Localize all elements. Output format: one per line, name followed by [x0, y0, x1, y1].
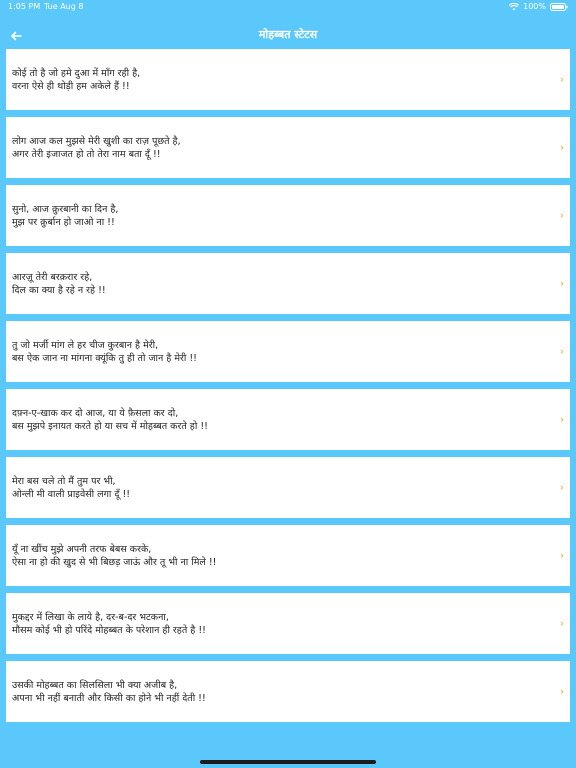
- list-item-line1: मेरा बस चले तो मैं तुम पर भी,: [12, 475, 116, 487]
- status-date: Tue Aug 8: [44, 2, 84, 11]
- list-item-text: मुकद्दर में लिखा के लाये है, दर-ब-दर भटक…: [12, 611, 542, 637]
- list-item[interactable]: यूँ ना खींच मुझे अपनी तरफ बेबस करके, ऐसा…: [6, 525, 570, 586]
- chevron-right-icon: ›: [560, 210, 564, 221]
- back-button[interactable]: [4, 22, 28, 48]
- list-item-line2: दिल का क्या है रहे न रहे !!: [12, 284, 106, 296]
- list-item-text: कोई तो है जो हमे दुआ में माँग रही है, वर…: [12, 67, 542, 93]
- list-item-line2: मौसम कोई भी हो परिंदे मोहब्बत के परेशान …: [12, 624, 206, 636]
- status-list: कोई तो है जो हमे दुआ में माँग रही है, वर…: [6, 49, 570, 729]
- list-item-line1: आरज़ू तेरी बरक़रार रहे,: [12, 271, 93, 283]
- back-arrow-icon: [10, 26, 22, 45]
- list-item[interactable]: उसकी मोहब्बत का सिलसिला भी क्या अजीब है,…: [6, 661, 570, 722]
- list-item-line2: अपना भी नहीं बनाती और किसी का होने भी नह…: [12, 692, 206, 704]
- chevron-right-icon: ›: [560, 686, 564, 697]
- navigation-bar: मोहब्बत स्टेटस: [0, 22, 576, 48]
- chevron-right-icon: ›: [560, 278, 564, 289]
- chevron-right-icon: ›: [560, 482, 564, 493]
- list-item-line2: बस ऐक जान ना मांगना क्यूंकि तु ही तो जान…: [12, 352, 197, 364]
- chevron-right-icon: ›: [560, 550, 564, 561]
- list-item-line1: लोग आज कल मुझसे मेरी खुशी का राज़ पूछते …: [12, 135, 181, 147]
- battery-icon: [550, 2, 568, 11]
- list-item-text: तु जो मर्जी मांग ले हर चीज कुरबान है मेर…: [12, 339, 542, 365]
- status-right: 100%: [509, 2, 568, 11]
- list-item-line1: उसकी मोहब्बत का सिलसिला भी क्या अजीब है,: [12, 679, 178, 691]
- list-item-line1: मुकद्दर में लिखा के लाये है, दर-ब-दर भटक…: [12, 611, 169, 623]
- list-item-line1: कोई तो है जो हमे दुआ में माँग रही है,: [12, 67, 141, 79]
- chevron-right-icon: ›: [560, 346, 564, 357]
- list-item[interactable]: लोग आज कल मुझसे मेरी खुशी का राज़ पूछते …: [6, 117, 570, 178]
- status-bar: 1:05 PM Tue Aug 8 100%: [0, 0, 576, 14]
- list-item-line2: ऐसा ना हो की खुद से भी बिछड़ जाऊं और तू …: [12, 556, 217, 568]
- status-time: 1:05 PM: [8, 2, 41, 11]
- list-item[interactable]: दफ़्न-ए-खाक कर दो आज, या ये फ़ैसला कर दो…: [6, 389, 570, 450]
- list-item[interactable]: आरज़ू तेरी बरक़रार रहे, दिल का क्या है र…: [6, 253, 570, 314]
- list-item-line1: सुनो, आज क़ुरबानी का दिन है,: [12, 203, 119, 215]
- wifi-icon: [509, 2, 520, 11]
- list-item-text: आरज़ू तेरी बरक़रार रहे, दिल का क्या है र…: [12, 271, 542, 297]
- list-item[interactable]: मुकद्दर में लिखा के लाये है, दर-ब-दर भटक…: [6, 593, 570, 654]
- list-item-line2: बस मुझपे इनायत करते हो या सच में मोहब्बत…: [12, 420, 208, 432]
- home-indicator[interactable]: [200, 760, 376, 764]
- list-item-text: दफ़्न-ए-खाक कर दो आज, या ये फ़ैसला कर दो…: [12, 407, 542, 433]
- page-title: मोहब्बत स्टेटस: [258, 28, 318, 41]
- list-item-line1: तु जो मर्जी मांग ले हर चीज कुरबान है मेर…: [12, 339, 159, 351]
- list-item-line1: दफ़्न-ए-खाक कर दो आज, या ये फ़ैसला कर दो…: [12, 407, 179, 419]
- list-item-text: मेरा बस चले तो मैं तुम पर भी, ओन्ली मी व…: [12, 475, 542, 501]
- chevron-right-icon: ›: [560, 618, 564, 629]
- list-item-line2: वरना ऐसे ही थोड़ी हम अकेले हैं !!: [12, 80, 130, 92]
- chevron-right-icon: ›: [560, 414, 564, 425]
- list-item-text: सुनो, आज क़ुरबानी का दिन है, मुझ पर क़ुर…: [12, 203, 542, 229]
- chevron-right-icon: ›: [560, 74, 564, 85]
- list-item[interactable]: सुनो, आज क़ुरबानी का दिन है, मुझ पर क़ुर…: [6, 185, 570, 246]
- list-item-line2: अगर तेरी इजाजत हो तो तेरा नाम बता दूँ !!: [12, 148, 161, 160]
- list-item[interactable]: तु जो मर्जी मांग ले हर चीज कुरबान है मेर…: [6, 321, 570, 382]
- list-item-line2: ओन्ली मी वाली प्राइवेसी लगा दूँ !!: [12, 488, 131, 500]
- list-item-text: यूँ ना खींच मुझे अपनी तरफ बेबस करके, ऐसा…: [12, 543, 542, 569]
- list-item[interactable]: मेरा बस चले तो मैं तुम पर भी, ओन्ली मी व…: [6, 457, 570, 518]
- list-item-line1: यूँ ना खींच मुझे अपनी तरफ बेबस करके,: [12, 543, 152, 555]
- list-item-line2: मुझ पर क़ुर्बान हो जाओ ना !!: [12, 216, 115, 228]
- list-item[interactable]: कोई तो है जो हमे दुआ में माँग रही है, वर…: [6, 49, 570, 110]
- battery-percentage: 100%: [523, 2, 546, 11]
- list-item-text: उसकी मोहब्बत का सिलसिला भी क्या अजीब है,…: [12, 679, 542, 705]
- chevron-right-icon: ›: [560, 142, 564, 153]
- list-item-text: लोग आज कल मुझसे मेरी खुशी का राज़ पूछते …: [12, 135, 542, 161]
